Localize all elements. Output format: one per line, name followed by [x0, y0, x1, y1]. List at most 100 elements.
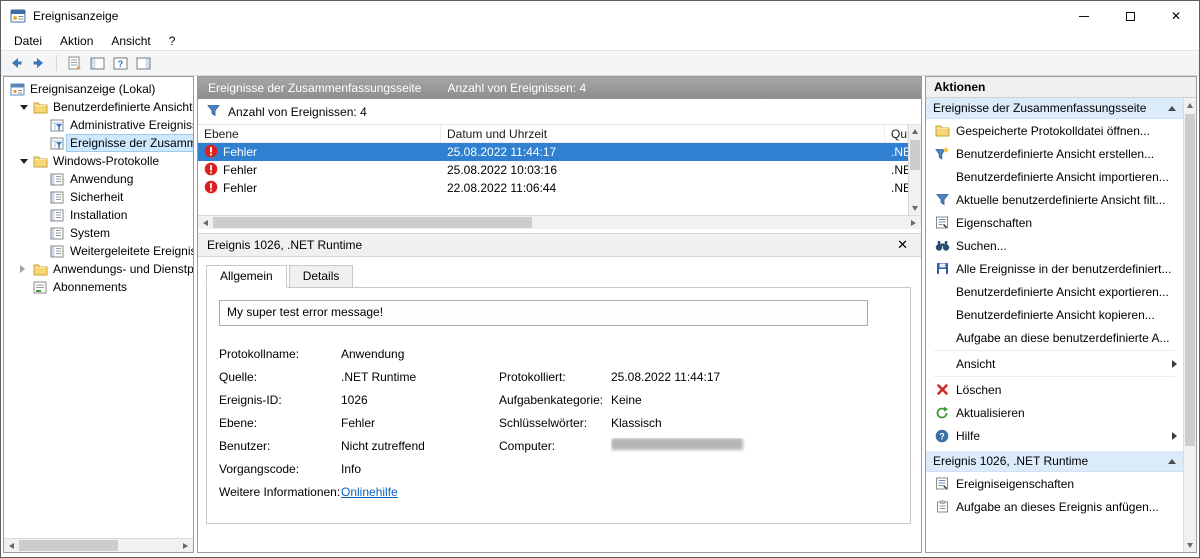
tab-allgemein[interactable]: Allgemein	[206, 265, 287, 288]
custom-view-icon	[50, 137, 67, 150]
filter-row: Anzahl von Ereignissen: 4	[198, 99, 921, 125]
scroll-left-icon[interactable]	[198, 216, 213, 230]
tree-item-installation[interactable]: Installation	[4, 206, 193, 224]
show-console-tree-icon[interactable]	[88, 54, 106, 72]
tree-item-label: Benutzerdefinierte Ansichten	[53, 100, 193, 114]
tree-item-label: System	[70, 226, 111, 240]
field-label: Ebene:	[219, 415, 258, 430]
action-create-custom-view[interactable]: Benutzerdefinierte Ansicht erstellen...	[926, 142, 1183, 165]
delete-x-icon	[934, 383, 950, 396]
help-circle-icon: ?	[934, 429, 950, 443]
tree-item-root[interactable]: Ereignisanzeige (Lokal)	[4, 80, 193, 98]
event-row-1[interactable]: Fehler 25.08.2022 11:44:17 .NET R	[198, 143, 908, 161]
action-attach-task-to-view[interactable]: Aufgabe an diese benutzerdefinierte A...	[926, 326, 1183, 349]
tree-item-anwendungs-und-dienstprotokolle[interactable]: Anwendungs- und Dienstpro	[4, 260, 193, 278]
scroll-left-icon[interactable]	[4, 539, 19, 553]
action-filter-custom-view[interactable]: Aktuelle benutzerdefinierte Ansicht filt…	[926, 188, 1183, 211]
events-vertical-scrollbar[interactable]	[908, 125, 921, 215]
menu-aktion[interactable]: Aktion	[51, 32, 102, 50]
tree-item-anwendung[interactable]: Anwendung	[4, 170, 193, 188]
action-ansicht[interactable]: Ansicht	[926, 352, 1183, 375]
action-aktualisieren[interactable]: Aktualisieren	[926, 401, 1183, 424]
close-detail-icon[interactable]: ✕	[893, 237, 912, 253]
action-open-saved-log[interactable]: Gespeicherte Protokolldatei öffnen...	[926, 119, 1183, 142]
events-horizontal-scrollbar[interactable]	[198, 215, 921, 229]
scroll-right-icon[interactable]	[906, 216, 921, 230]
search-binoculars-icon	[934, 239, 950, 252]
expand-arrow-icon[interactable]	[20, 265, 33, 273]
field-label: Schlüsselwörter:	[499, 415, 588, 430]
detail-tab-content: My super test error message! Protokollna…	[206, 287, 911, 524]
scroll-up-icon[interactable]	[909, 125, 922, 138]
action-suchen[interactable]: Suchen...	[926, 234, 1183, 257]
action-attach-task-to-event[interactable]: Aufgabe an dieses Ereignis anfügen...	[926, 495, 1183, 518]
maximize-button[interactable]	[1107, 1, 1153, 31]
tree-item-system[interactable]: System	[4, 224, 193, 242]
scrollbar-thumb[interactable]	[19, 540, 118, 551]
minimize-button[interactable]	[1061, 1, 1107, 31]
minimize-icon	[1079, 15, 1089, 17]
collapse-section-icon[interactable]	[1168, 105, 1176, 111]
tree-horizontal-scrollbar[interactable]	[4, 538, 193, 552]
menu-bar: Datei Aktion Ansicht ?	[1, 31, 1199, 50]
event-level: Fehler	[223, 163, 258, 177]
action-save-all-events[interactable]: Alle Ereignisse in der benutzerdefiniert…	[926, 257, 1183, 280]
event-source: .NET R	[891, 163, 908, 177]
export-list-icon[interactable]	[65, 54, 83, 72]
column-header-datum[interactable]: Datum und Uhrzeit	[441, 125, 885, 142]
tree-item-windows-protokolle[interactable]: Windows-Protokolle	[4, 152, 193, 170]
scrollbar-thumb[interactable]	[1185, 114, 1195, 447]
event-row-3[interactable]: Fehler 22.08.2022 11:06:44 .NET R	[198, 179, 908, 197]
column-header-quelle[interactable]: Quelle	[885, 125, 908, 142]
scrollbar-thumb[interactable]	[213, 217, 532, 228]
close-button[interactable]: ✕	[1153, 1, 1199, 31]
tree-item-ereignisse-der-zusammenfassungsseite[interactable]: Ereignisse der Zusammer	[4, 134, 193, 152]
menu-hilfe[interactable]: ?	[160, 32, 185, 50]
tree-item-label: Windows-Protokolle	[53, 154, 160, 168]
action-hilfe[interactable]: ? Hilfe	[926, 424, 1183, 447]
action-export-custom-view[interactable]: Benutzerdefinierte Ansicht exportieren..…	[926, 280, 1183, 303]
events-panel: Ereignisse der Zusammenfassungsseite Anz…	[197, 76, 922, 553]
event-level: Fehler	[223, 181, 258, 195]
onlinehilfe-link[interactable]: Onlinehilfe	[341, 485, 499, 499]
event-message-box[interactable]: My super test error message!	[219, 300, 868, 326]
actions-section-header-custom-view[interactable]: Ereignisse der Zusammenfassungsseite	[926, 98, 1183, 119]
tree-item-weitergeleitete-ereignisse[interactable]: Weitergeleitete Ereignisse	[4, 242, 193, 260]
action-loeschen[interactable]: Löschen	[926, 378, 1183, 401]
scroll-right-icon[interactable]	[178, 539, 193, 553]
tree-item-sicherheit[interactable]: Sicherheit	[4, 188, 193, 206]
tree-item-abonnements[interactable]: Abonnements	[4, 278, 193, 296]
tab-details[interactable]: Details	[288, 265, 354, 288]
event-datetime: 25.08.2022 11:44:17	[447, 145, 557, 159]
show-action-pane-icon[interactable]	[134, 54, 152, 72]
scroll-down-icon[interactable]	[1184, 538, 1197, 552]
action-import-custom-view[interactable]: Benutzerdefinierte Ansicht importieren..…	[926, 165, 1183, 188]
expand-arrow-icon[interactable]	[20, 104, 33, 110]
scrollbar-thumb[interactable]	[910, 140, 920, 170]
actions-section-header-event[interactable]: Ereignis 1026, .NET Runtime	[926, 451, 1183, 472]
menu-ansicht[interactable]: Ansicht	[102, 32, 159, 50]
event-log-icon	[50, 173, 67, 186]
forward-icon[interactable]	[30, 54, 48, 72]
action-eigenschaften[interactable]: Eigenschaften	[926, 211, 1183, 234]
menu-datei[interactable]: Datei	[5, 32, 51, 50]
scroll-up-icon[interactable]	[1184, 98, 1197, 112]
tree-item-benutzerdefinierte-ansichten[interactable]: Benutzerdefinierte Ansichten	[4, 98, 193, 116]
event-row-2[interactable]: Fehler 25.08.2022 10:03:16 .NET R	[198, 161, 908, 179]
scroll-down-icon[interactable]	[909, 202, 922, 215]
back-icon[interactable]	[7, 54, 25, 72]
help-icon[interactable]: ?	[111, 54, 129, 72]
field-label: Protokolliert:	[499, 369, 566, 384]
collapse-section-icon[interactable]	[1168, 458, 1176, 464]
folder-icon	[33, 101, 50, 114]
tree-item-administrative-ereignisse[interactable]: Administrative Ereignisse	[4, 116, 193, 134]
actions-vertical-scrollbar[interactable]	[1183, 98, 1196, 552]
actions-separator	[934, 350, 1175, 351]
action-copy-custom-view[interactable]: Benutzerdefinierte Ansicht kopieren...	[926, 303, 1183, 326]
expand-arrow-icon[interactable]	[20, 158, 33, 164]
event-fields: Protokollname: Anwendung Quelle: .NET Ru…	[219, 342, 898, 503]
action-event-properties[interactable]: Ereigniseigenschaften	[926, 472, 1183, 495]
custom-view-icon	[50, 119, 67, 132]
column-header-ebene[interactable]: Ebene	[198, 125, 441, 142]
actions-separator	[934, 376, 1175, 377]
